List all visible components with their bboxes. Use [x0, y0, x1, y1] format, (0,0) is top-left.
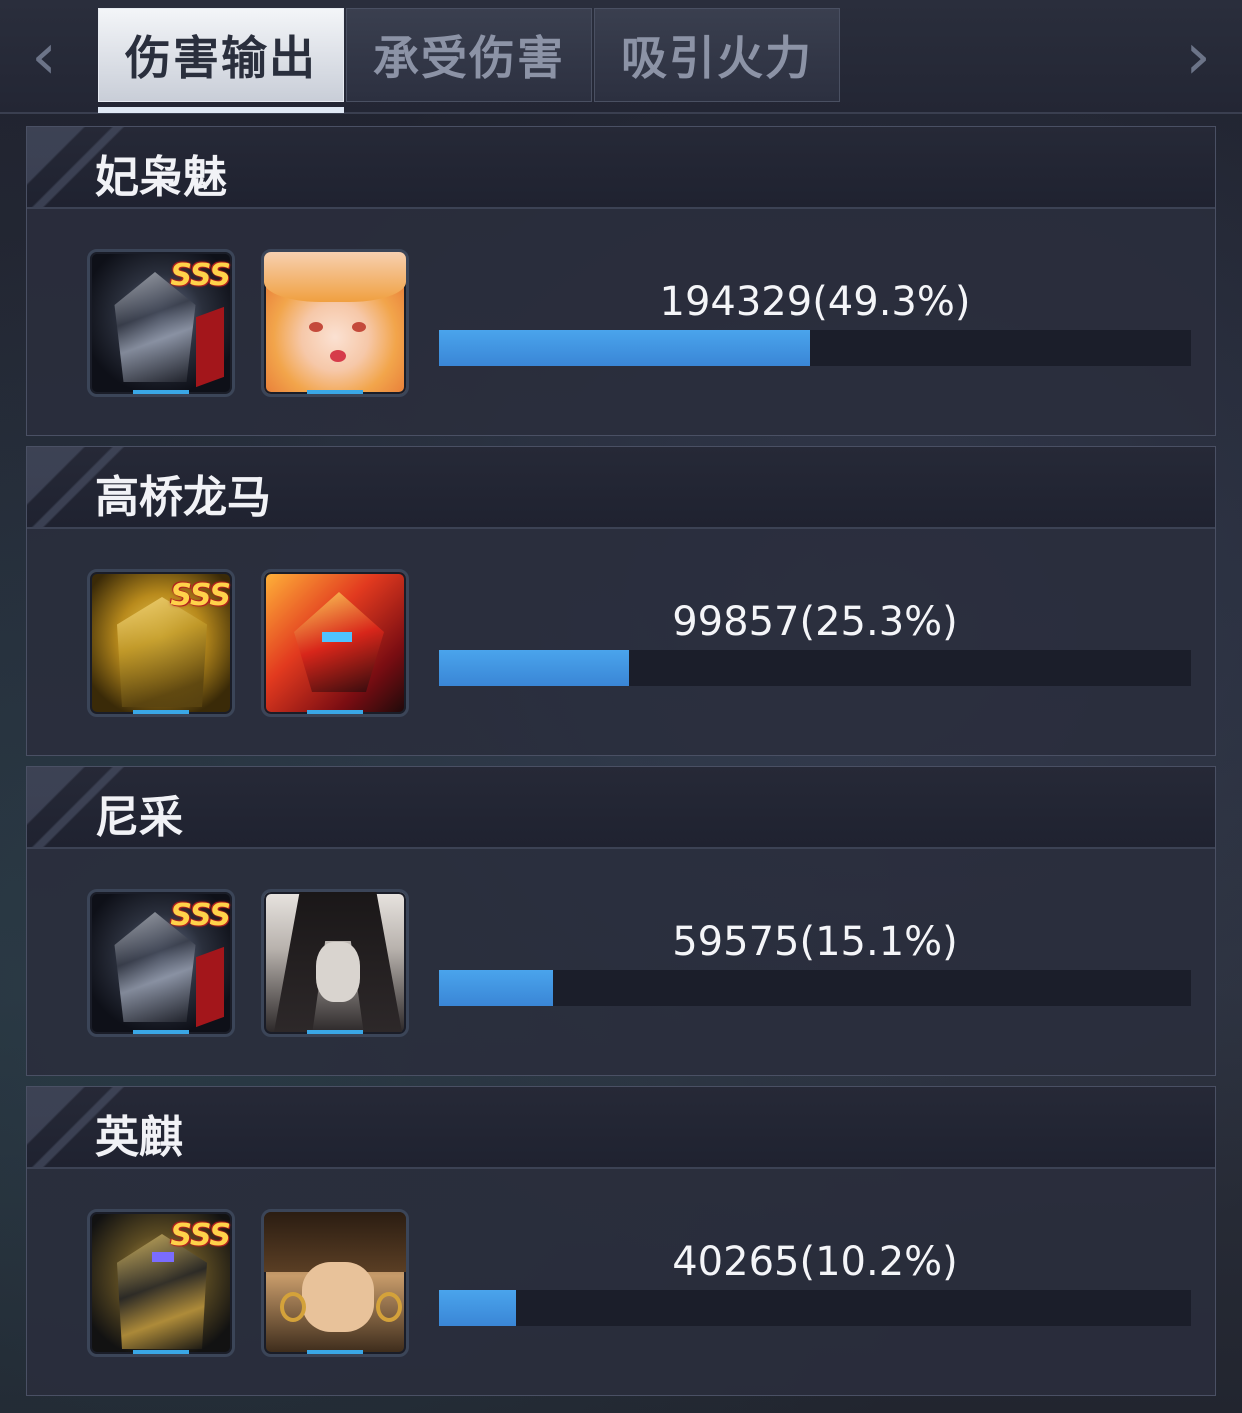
tab-damage-output[interactable]: 伤害输出	[98, 8, 344, 113]
damage-bar-fill	[439, 970, 553, 1006]
damage-bar-fill	[439, 330, 810, 366]
rank-badge: SSS	[170, 898, 231, 933]
pilot-avatar[interactable]	[261, 569, 409, 717]
damage-bar	[439, 1290, 1191, 1326]
card-header: 英麒	[27, 1087, 1215, 1169]
mech-avatar[interactable]: SSS	[87, 249, 235, 397]
mech-avatar[interactable]: SSS	[87, 569, 235, 717]
damage-bar	[439, 970, 1191, 1006]
rank-badge: SSS	[170, 258, 231, 293]
player-card: 尼采 SSS 59575(15.1%)	[26, 766, 1216, 1076]
tab-bar: ‹ 伤害输出 承受伤害 吸引火力 ›	[0, 0, 1242, 114]
damage-value: 40265(10.2%)	[672, 1239, 958, 1285]
player-card: 妃枭魅 SSS 194329(49.3%)	[26, 126, 1216, 436]
damage-value: 59575(15.1%)	[672, 919, 958, 965]
damage-bar-fill	[439, 650, 630, 686]
rank-badge: SSS	[170, 578, 231, 613]
pilot-avatar[interactable]	[261, 249, 409, 397]
mech-avatar[interactable]: SSS	[87, 1209, 235, 1357]
card-header: 妃枭魅	[27, 127, 1215, 209]
chevron-right-icon[interactable]: ›	[1178, 22, 1218, 92]
player-name: 尼采	[95, 792, 183, 843]
player-card: 英麒 SSS 40265(10.2%)	[26, 1086, 1216, 1396]
player-card: 高桥龙马 SSS 99857(25.3%)	[26, 446, 1216, 756]
tab-aggro[interactable]: 吸引火力	[594, 8, 840, 102]
card-header: 尼采	[27, 767, 1215, 849]
damage-bar	[439, 650, 1191, 686]
damage-value: 99857(25.3%)	[672, 599, 958, 645]
player-name: 高桥龙马	[95, 472, 271, 523]
rank-badge: SSS	[170, 1218, 231, 1253]
pilot-avatar[interactable]	[261, 1209, 409, 1357]
damage-bar	[439, 330, 1191, 366]
mech-avatar[interactable]: SSS	[87, 889, 235, 1037]
tab-damage-taken[interactable]: 承受伤害	[346, 8, 592, 102]
card-header: 高桥龙马	[27, 447, 1215, 529]
player-name: 妃枭魅	[95, 152, 227, 203]
damage-bar-fill	[439, 1290, 516, 1326]
chevron-left-icon[interactable]: ‹	[24, 22, 64, 92]
damage-value: 194329(49.3%)	[659, 279, 971, 325]
player-name: 英麒	[95, 1112, 183, 1163]
pilot-avatar[interactable]	[261, 889, 409, 1037]
